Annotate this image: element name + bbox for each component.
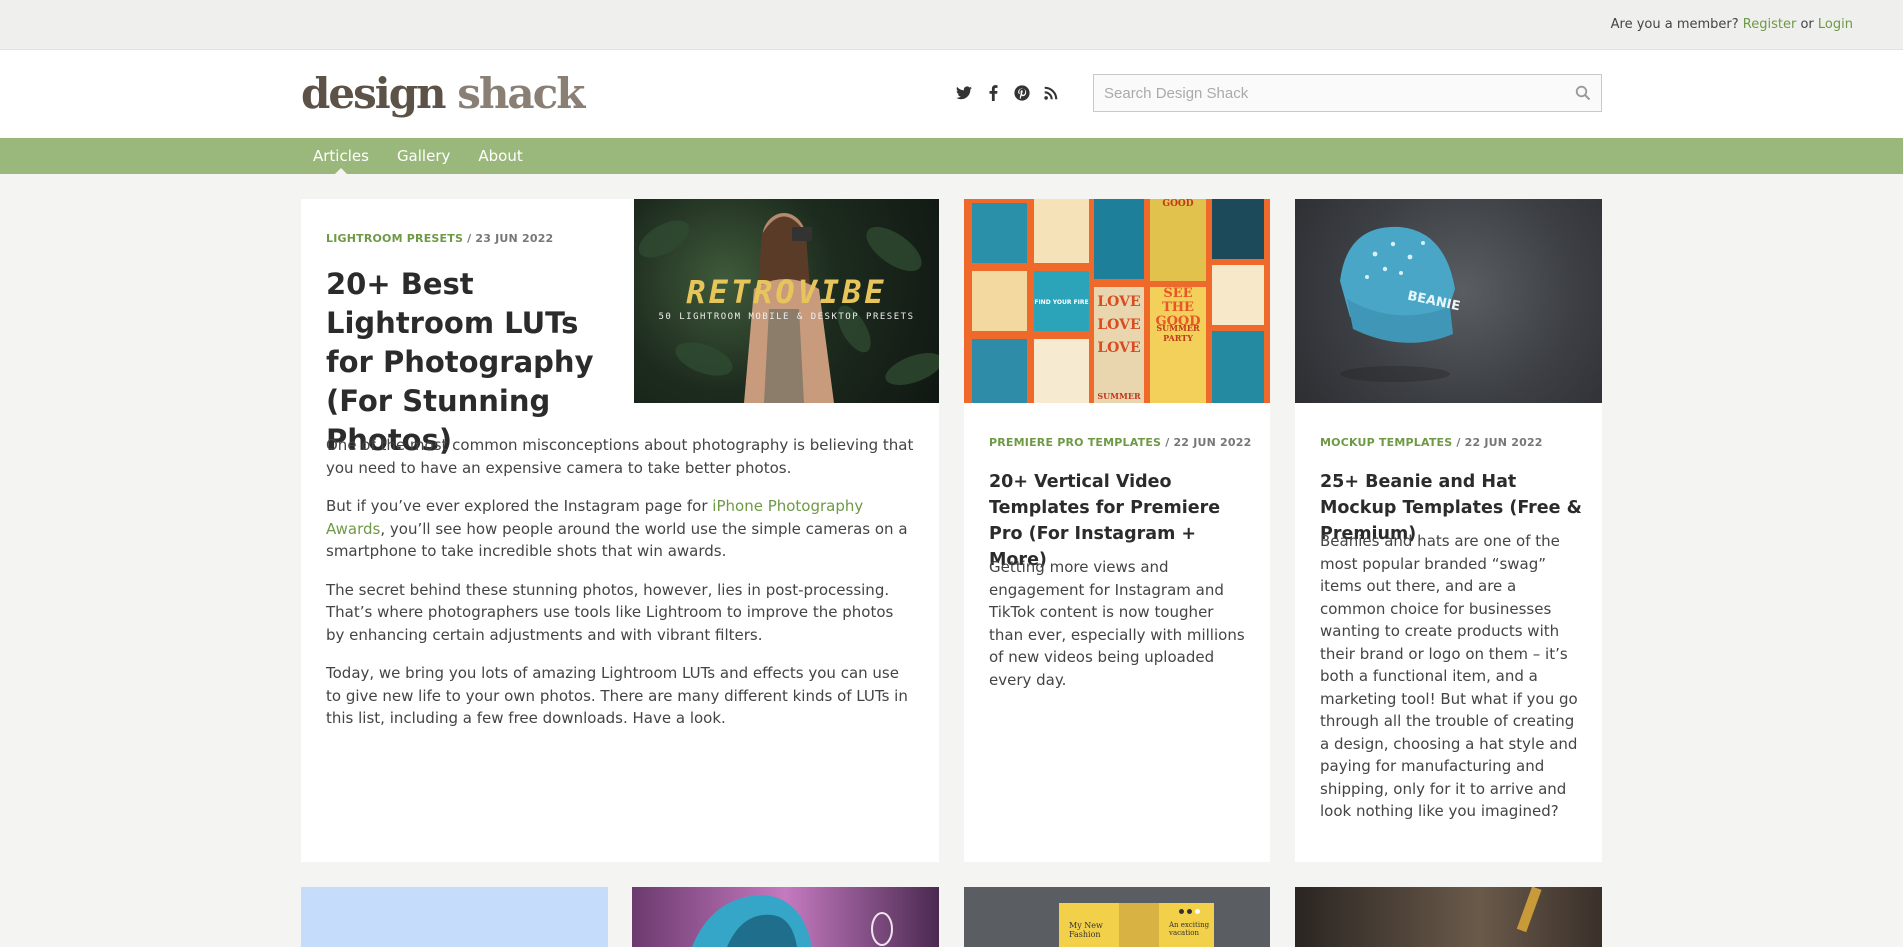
featured-title[interactable]: 20+ Best Lightroom LUTs for Photography … xyxy=(326,265,626,460)
site-logo[interactable]: design shack xyxy=(301,69,585,118)
logo-part-design: design xyxy=(301,69,447,118)
featured-excerpt: One of the most common misconceptions ab… xyxy=(326,434,916,746)
member-links: Are you a member? Register or Login xyxy=(1611,17,1853,32)
thumbnail-text-love: LOVE xyxy=(1097,317,1141,333)
nav-item-about[interactable]: About xyxy=(478,138,522,174)
pinterest-icon[interactable] xyxy=(1013,84,1031,102)
thumbnail-title-text: RETROVIBE xyxy=(686,273,887,311)
excerpt-paragraph: But if you’ve ever explored the Instagra… xyxy=(326,497,908,560)
logo-part-shack: shack xyxy=(457,69,585,118)
article-card-partial[interactable] xyxy=(1295,887,1602,947)
post-date: 22 Jun 2022 xyxy=(1464,436,1543,449)
article-meta: Premiere Pro Templates / 22 Jun 2022 xyxy=(989,436,1252,449)
post-date: 23 Jun 2022 xyxy=(475,232,554,245)
category-link[interactable]: Premiere Pro Templates xyxy=(989,436,1161,449)
thumbnail-text-find-your-fire: FIND YOUR FIRE xyxy=(1034,299,1089,306)
twitter-icon[interactable] xyxy=(955,84,973,102)
post-date: 22 Jun 2022 xyxy=(1173,436,1252,449)
category-link[interactable]: Mockup Templates xyxy=(1320,436,1452,449)
search-input[interactable] xyxy=(1094,75,1601,111)
featured-thumbnail[interactable]: RETROVIBE 50 LIGHTROOM MOBILE & DESKTOP … xyxy=(634,199,939,403)
article-excerpt: Getting more views and engagement for In… xyxy=(989,558,1245,689)
featured-article-card[interactable]: Lightroom Presets / 23 Jun 2022 20+ Best… xyxy=(301,199,939,862)
excerpt-paragraph: Today, we bring you lots of amazing Ligh… xyxy=(326,664,908,727)
article-excerpt: Beanies and hats are one of the most pop… xyxy=(1320,532,1578,820)
social-links xyxy=(955,84,1060,102)
thumbnail-text-love: LOVE xyxy=(1097,294,1141,310)
thumbnail-text-good: GOOD xyxy=(1162,199,1194,209)
register-link[interactable]: Register xyxy=(1743,17,1797,32)
article-thumbnail[interactable]: BEANIE xyxy=(1295,199,1602,403)
rss-icon[interactable] xyxy=(1042,84,1060,102)
category-link[interactable]: Lightroom Presets xyxy=(326,232,463,245)
thumbnail-text-love: LOVE xyxy=(1097,340,1141,356)
article-meta: Mockup Templates / 22 Jun 2022 xyxy=(1320,436,1543,449)
member-prompt: Are you a member? xyxy=(1610,17,1739,32)
search-icon[interactable] xyxy=(1575,85,1591,105)
featured-meta: Lightroom Presets / 23 Jun 2022 xyxy=(326,232,554,245)
fashion-thumbnail: My New Fashion An exciting vacation xyxy=(1059,903,1214,947)
thumbnail-text-summer-party: SUMMER PARTY xyxy=(1156,323,1200,343)
article-card-partial[interactable] xyxy=(301,887,608,947)
site-header: design shack xyxy=(0,50,1903,138)
fashion-figure xyxy=(1119,903,1159,947)
login-link[interactable]: Login xyxy=(1818,17,1853,32)
main-nav: Articles Gallery About xyxy=(0,138,1903,174)
fashion-dots xyxy=(1179,909,1200,914)
facebook-icon[interactable] xyxy=(984,84,1002,102)
search-box xyxy=(1093,74,1602,112)
thumbnail-text-summer: SUMMER xyxy=(1097,391,1141,401)
fashion-text-2: An exciting vacation xyxy=(1169,921,1210,937)
article-card-partial[interactable]: My New Fashion An exciting vacation xyxy=(964,887,1270,947)
nav-item-articles[interactable]: Articles xyxy=(313,138,369,174)
article-card[interactable]: SEE THE GOOD LOVE LOVE LOVE SUMMER PARTY… xyxy=(964,199,1270,862)
or-text: or xyxy=(1800,17,1814,32)
excerpt-paragraph: One of the most common misconceptions ab… xyxy=(326,436,914,477)
article-card-partial[interactable] xyxy=(632,887,939,947)
article-card[interactable]: BEANIE Mockup Templates / 22 Jun 2022 25… xyxy=(1295,199,1602,862)
nav-item-gallery[interactable]: Gallery xyxy=(397,138,450,174)
article-thumbnail[interactable]: SEE THE GOOD LOVE LOVE LOVE SUMMER PARTY… xyxy=(964,199,1270,403)
fashion-text: My New Fashion xyxy=(1069,921,1103,939)
thumbnail-subtitle-text: 50 LIGHTROOM MOBILE & DESKTOP PRESETS xyxy=(658,312,915,322)
member-bar: Are you a member? Register or Login xyxy=(0,0,1903,50)
excerpt-paragraph: The secret behind these stunning photos,… xyxy=(326,580,894,644)
